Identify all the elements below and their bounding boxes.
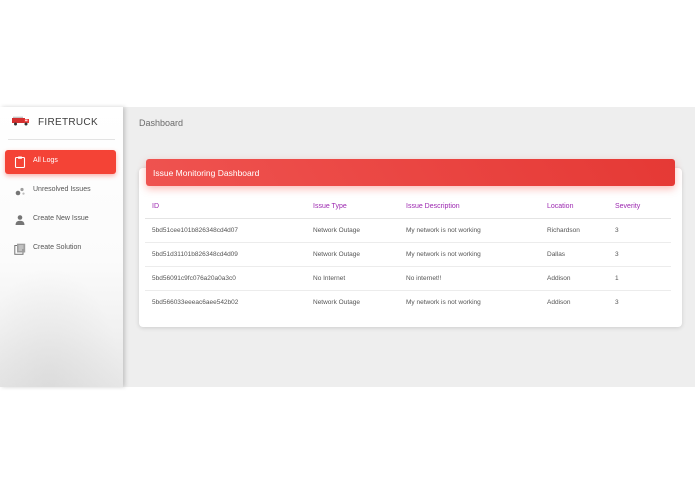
cell-issue-type: Network Outage — [313, 299, 360, 306]
cell-location: Addison — [540, 266, 608, 291]
cell-location: Richardson — [540, 218, 608, 243]
cell-location: Addison — [547, 299, 571, 306]
table-header-row: ID Issue Type Issue Description Location… — [145, 194, 671, 219]
bubbles-icon — [15, 187, 25, 196]
clipboard-icon — [14, 156, 26, 168]
cell-severity: 3 — [608, 218, 671, 243]
cell-issue-description: My network is not working — [406, 299, 481, 306]
table-row[interactable]: 5bd51cee101b826348cd4d07 Network Outage … — [145, 218, 671, 243]
page-title: Dashboard — [139, 118, 184, 128]
brand[interactable]: FIRETRUCK — [0, 107, 123, 139]
card-header: Issue Monitoring Dashboard — [146, 159, 675, 186]
library-books-icon — [14, 243, 26, 255]
column-header-id[interactable]: ID — [145, 194, 306, 219]
column-header-severity[interactable]: Severity — [608, 194, 671, 219]
sidebar-item-label: Unresolved Issues — [33, 186, 91, 193]
table-row[interactable]: 5bd566033eeeac6aee542b02 Network Outage … — [145, 291, 671, 315]
cell-id: 5bd51d31101b826348cd4d09 — [145, 242, 306, 267]
brand-name: FIRETRUCK — [38, 117, 98, 128]
sidebar-item-unresolved-issues[interactable]: Unresolved Issues — [5, 179, 116, 203]
table-row[interactable]: 5bd51d31101b826348cd4d09 Network Outage … — [145, 242, 671, 267]
cell-issue-type: Network Outage — [306, 218, 399, 243]
firetruck-logo-icon — [12, 116, 29, 126]
sidebar-item-label: Create New Issue — [33, 215, 89, 222]
sidebar-item-create-new-issue[interactable]: Create New Issue — [5, 208, 116, 232]
column-header-issue-description[interactable]: Issue Description — [399, 194, 540, 219]
column-header-location[interactable]: Location — [540, 194, 608, 219]
cell-issue-type: Network Outage — [306, 242, 399, 267]
app-shell: FIRETRUCK All Logs Unresolved Issues Cre… — [0, 107, 695, 387]
cell-severity: 3 — [608, 242, 671, 267]
table-row[interactable]: 5bd56091c9fc076a20a0a3c0 No Internet No … — [145, 266, 671, 291]
cell-issue-description: No internet!! — [399, 266, 540, 291]
cell-location: Dallas — [540, 242, 608, 267]
sidebar-item-label: Create Solution — [33, 244, 82, 251]
cell-issue-description: My network is not working — [399, 218, 540, 243]
card-title: Issue Monitoring Dashboard — [153, 168, 260, 178]
cell-issue-type: No Internet — [306, 266, 399, 291]
cell-id: 5bd51cee101b826348cd4d07 — [145, 218, 306, 243]
cell-id: 5bd566033eeeac6aee542b02 — [152, 299, 239, 306]
cell-id: 5bd56091c9fc076a20a0a3c0 — [145, 266, 306, 291]
person-icon — [15, 215, 25, 225]
issues-table: ID Issue Type Issue Description Location… — [145, 194, 671, 314]
sidebar-item-all-logs[interactable]: All Logs — [5, 150, 116, 174]
cell-issue-description: My network is not working — [399, 242, 540, 267]
column-header-issue-type[interactable]: Issue Type — [306, 194, 399, 219]
cell-severity: 1 — [608, 266, 671, 291]
sidebar-item-label: All Logs — [33, 157, 58, 164]
sidebar-divider — [8, 139, 115, 140]
sidebar: FIRETRUCK All Logs Unresolved Issues Cre… — [0, 107, 123, 387]
cell-severity: 3 — [615, 299, 619, 306]
sidebar-item-create-solution[interactable]: Create Solution — [5, 237, 116, 261]
